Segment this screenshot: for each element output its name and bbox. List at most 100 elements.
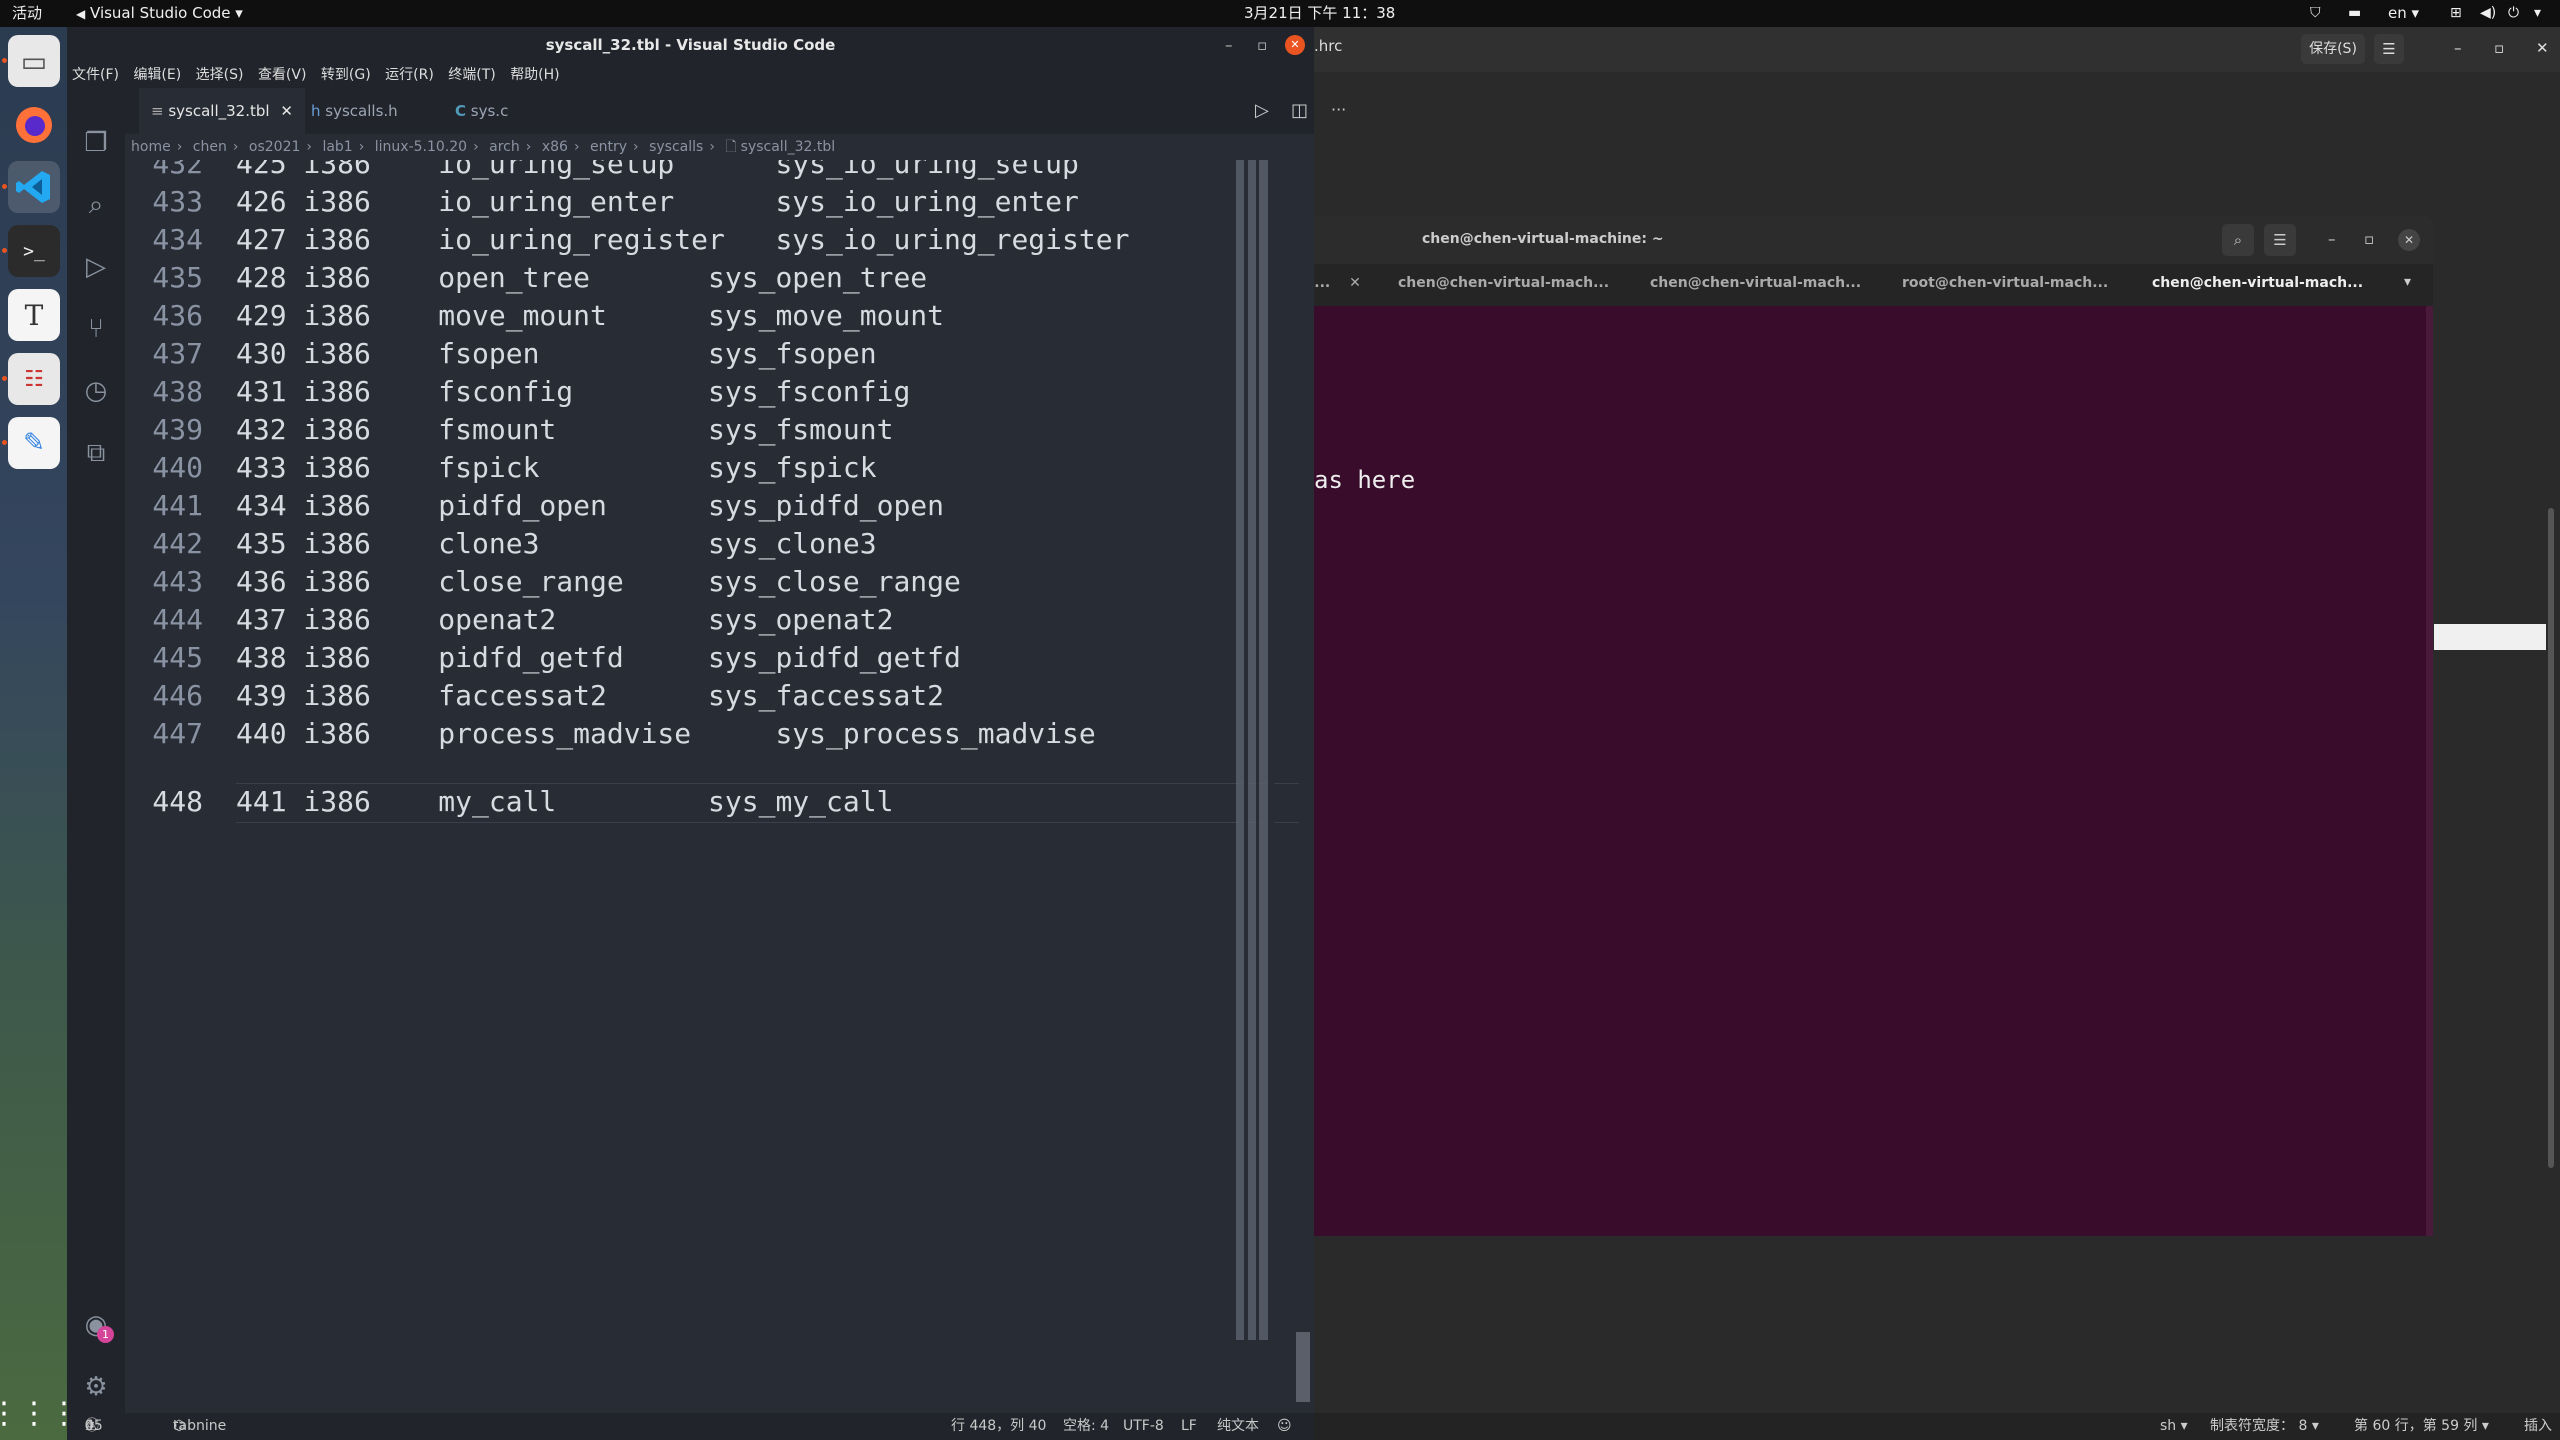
vscode-icon[interactable]	[8, 161, 60, 213]
menu-terminal[interactable]: 终端(T)	[443, 63, 500, 88]
line-number: 434	[152, 223, 203, 256]
terminal-tab[interactable]: chen@chen-virtual-mach... ✕	[1398, 264, 1628, 329]
menu-bar: 文件(F) 编辑(E) 选择(S) 查看(V) 转到(G) 运行(R) 终端(T…	[67, 63, 1314, 88]
show-applications-icon[interactable]: ⋮⋮⋮	[0, 1387, 79, 1439]
tab-sys-c[interactable]: C sys.c	[443, 88, 520, 134]
terminal-icon[interactable]: >_	[8, 225, 60, 277]
breadcrumb-item[interactable]: os2021	[249, 139, 301, 155]
menu-help[interactable]: 帮助(H)	[505, 63, 564, 88]
menu-selection[interactable]: 选择(S)	[191, 63, 249, 88]
menu-run[interactable]: 运行(R)	[380, 63, 439, 88]
tab-width-selector[interactable]: 制表符宽度： 8 ▾	[2210, 1413, 2319, 1440]
close-icon[interactable]: ✕	[1349, 275, 1361, 291]
chevron-down-icon: ▾	[2180, 1418, 2188, 1434]
menu-view[interactable]: 查看(V)	[253, 63, 312, 88]
chevron-right-icon: ›	[709, 139, 715, 155]
menu-button[interactable]: ☰	[2374, 34, 2404, 64]
breadcrumb-item[interactable]: entry	[590, 139, 627, 155]
running-indicator	[2, 248, 7, 253]
breadcrumb-item[interactable]: x86	[542, 139, 568, 155]
accounts-badge: 1	[97, 1326, 114, 1343]
menu-edit[interactable]: 编辑(E)	[128, 63, 186, 88]
typora-icon[interactable]: T	[8, 289, 60, 341]
terminal-tab[interactable]: c... ✕	[1306, 264, 1366, 306]
close-button[interactable]: ✕	[1285, 35, 1305, 55]
line-text: 440 i386 process_madvise sys_process_mad…	[236, 717, 1096, 750]
save-button[interactable]: 保存(S)	[2301, 34, 2365, 64]
menu-go[interactable]: 转到(G)	[316, 63, 376, 88]
app-menu-label: Visual Studio Code	[90, 4, 231, 22]
end-of-line[interactable]: LF	[1181, 1413, 1197, 1440]
line-number: 441	[152, 489, 203, 522]
gedit-scrollbar[interactable]	[2548, 508, 2554, 1168]
run-debug-icon[interactable]: ▷	[77, 248, 115, 286]
terminal-tab[interactable]: chen@chen-virtual-mach... ✕	[1650, 264, 1880, 329]
power-icon[interactable]: ⏻	[2508, 0, 2519, 27]
line-text: 426 i386 io_uring_enter sys_io_uring_ent…	[236, 185, 1079, 218]
shield-icon[interactable]: ⛉	[2310, 0, 2321, 27]
breadcrumb-item[interactable]: syscall_32.tbl	[741, 139, 835, 155]
files-icon[interactable]: ▭	[8, 35, 60, 87]
app-menu[interactable]: ◀ Visual Studio Code ▾	[76, 0, 243, 28]
minimap[interactable]	[1234, 160, 1294, 1360]
chevron-down-icon[interactable]: ▾	[2534, 0, 2541, 27]
maximize-button[interactable]: ▫	[1257, 27, 1267, 63]
tab-syscalls-h[interactable]: h syscalls.h	[299, 88, 410, 134]
breadcrumb-item[interactable]: home	[131, 139, 171, 155]
search-icon[interactable]: ⌕	[77, 186, 115, 224]
language-selector[interactable]: sh ▾	[2160, 1413, 2188, 1440]
source-control-icon[interactable]: ⑂	[77, 310, 115, 348]
line-text: 432 i386 fsmount sys_fsmount	[236, 413, 894, 446]
activities-button[interactable]: 活动	[12, 0, 42, 27]
tab-syscall-32-tbl[interactable]: ≡ syscall_32.tbl ✕	[139, 88, 305, 134]
volume-icon[interactable]: ◀)	[2480, 0, 2496, 27]
breadcrumb-item[interactable]: syscalls	[649, 139, 703, 155]
encoding[interactable]: UTF-8	[1123, 1413, 1164, 1440]
tab-label: root@chen-virtual-mach...	[1902, 275, 2109, 291]
clock[interactable]: 3月21日 下午 11：38	[1244, 0, 1395, 27]
more-actions-icon[interactable]: ···	[1331, 100, 1346, 119]
extensions-icon[interactable]: ⧉	[77, 434, 115, 472]
close-button[interactable]: ✕	[2398, 229, 2420, 251]
tab-dropdown-icon[interactable]: ▾	[2404, 274, 2411, 290]
input-source-indicator[interactable]: en ▾	[2388, 0, 2419, 27]
close-icon[interactable]: ✕	[280, 102, 293, 120]
explorer-icon[interactable]: ❐	[77, 124, 115, 162]
maximize-button[interactable]: ▫	[2364, 230, 2374, 248]
feedback-icon[interactable]: ☺	[1277, 1413, 1292, 1440]
keyboard-icon[interactable]: ▬	[2348, 0, 2361, 27]
breadcrumb-item[interactable]: lab1	[322, 139, 352, 155]
minimize-button[interactable]: –	[2454, 39, 2462, 57]
timeline-icon[interactable]: ◷	[77, 372, 115, 410]
minimize-button[interactable]: –	[2328, 230, 2336, 248]
editor-scrollbar[interactable]	[1296, 1332, 1310, 1402]
document-viewer-icon[interactable]: ☷	[8, 353, 60, 405]
network-icon[interactable]: ⊞	[2450, 0, 2462, 27]
terminal-tab-active[interactable]: chen@chen-virtual-mach... ✕	[2140, 264, 2386, 329]
line-number: 433	[152, 185, 203, 218]
search-button[interactable]: ⌕	[2222, 224, 2254, 256]
menu-file[interactable]: 文件(F)	[67, 63, 124, 88]
breadcrumb-item[interactable]: linux-5.10.20	[375, 139, 467, 155]
menu-button[interactable]: ☰	[2264, 224, 2296, 256]
terminal-window: chen@chen-virtual-machine: ~ ⌕ ☰ – ▫ ✕ c…	[1306, 216, 2433, 1236]
code-editor[interactable]: 432 425 i386 io_uring_setup sys_io_uring_…	[125, 160, 1299, 1440]
run-icon[interactable]: ▷	[1255, 100, 1269, 121]
text-editor-icon[interactable]: ✎	[8, 417, 60, 469]
minimize-button[interactable]: –	[1225, 27, 1233, 63]
close-button[interactable]: ✕	[2536, 39, 2549, 57]
gear-icon[interactable]: ⚙	[77, 1368, 115, 1406]
firefox-icon[interactable]	[8, 99, 60, 151]
cursor-position-selector[interactable]: 第 60 行，第 59 列 ▾	[2354, 1413, 2489, 1440]
terminal-output[interactable]: as here	[1306, 306, 2433, 1236]
terminal-tab[interactable]: root@chen-virtual-mach... ✕	[1902, 264, 2132, 329]
breadcrumb-item[interactable]: arch	[489, 139, 520, 155]
indentation[interactable]: 空格: 4	[1063, 1413, 1109, 1440]
language-mode[interactable]: 纯文本	[1217, 1413, 1259, 1440]
split-editor-icon[interactable]: ◫	[1291, 100, 1308, 121]
cursor-position[interactable]: 行 448，列 40	[951, 1413, 1046, 1440]
terminal-scrollbar[interactable]	[2426, 306, 2433, 1236]
maximize-button[interactable]: ▫	[2494, 39, 2504, 57]
breadcrumb-item[interactable]: chen	[193, 139, 227, 155]
accounts-icon[interactable]: ◉ 1	[77, 1306, 115, 1344]
